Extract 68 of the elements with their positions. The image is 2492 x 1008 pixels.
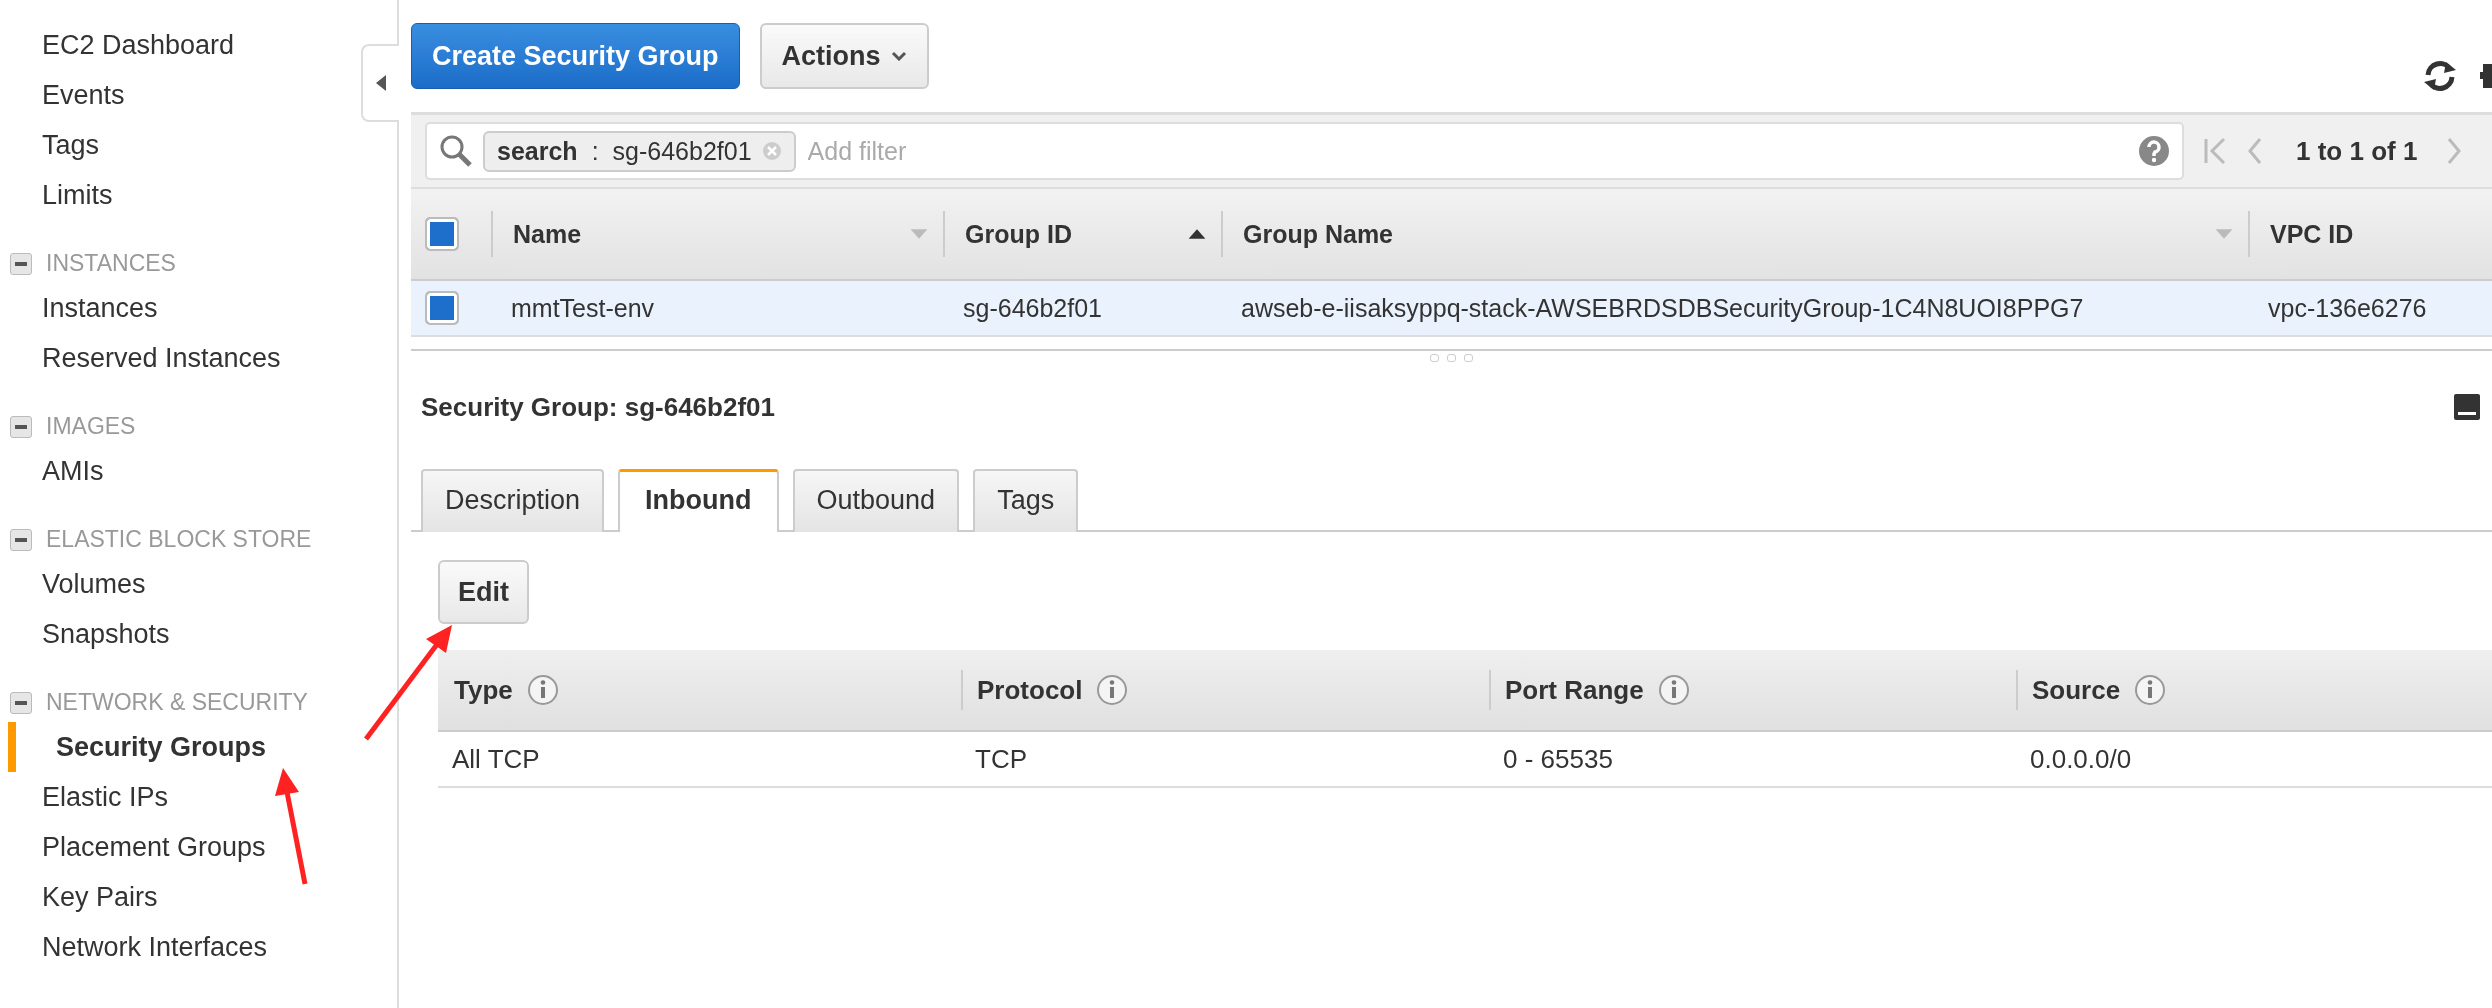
sidebar-item[interactable]: EC2 Dashboard <box>0 20 235 70</box>
column-header-cell[interactable]: Name <box>491 211 943 257</box>
sidebar-item[interactable]: Limits <box>0 170 113 220</box>
caret-icon <box>374 73 388 93</box>
column-header: Group ID <box>965 219 1072 249</box>
table-cell: All TCP <box>452 743 540 775</box>
sidebar-item[interactable]: Instances <box>0 283 158 333</box>
edit-button[interactable]: Edit <box>438 560 529 624</box>
sidebar-item[interactable]: Elastic IPs <box>0 772 169 822</box>
row-checkbox[interactable] <box>425 291 459 325</box>
sidebar-item[interactable]: Key Pairs <box>0 872 158 922</box>
minimize-icon[interactable] <box>2454 394 2480 420</box>
column-header: Type <box>454 674 513 706</box>
table-cell: 0.0.0.0/0 <box>2030 743 2132 775</box>
sidebar-item[interactable]: Volumes <box>0 559 146 609</box>
sidebar-item[interactable]: Reserved Instances <box>0 333 281 383</box>
sidebar-item[interactable]: Events <box>0 70 125 120</box>
column-header: Protocol <box>977 674 1083 706</box>
sidebar-item[interactable]: Network Interfaces <box>0 922 268 972</box>
section-heading: INSTANCES <box>46 250 176 277</box>
table-cell: mmtTest-env <box>511 293 655 323</box>
section-heading: IMAGES <box>46 413 136 440</box>
tab[interactable]: Outbound <box>792 469 960 532</box>
filter-token[interactable]: search : sg-646b2f01 <box>483 130 796 172</box>
column-header: Port Range <box>1505 674 1644 706</box>
table-cell: vpc-136e6276 <box>2268 293 2427 323</box>
tab[interactable]: Description <box>421 469 605 532</box>
table-cell: awseb-e-iisaksyppq-stack-AWSEBRDSDBSecurityGroup-1C4N8UOI8PPG7 <box>1241 293 2084 323</box>
column-header: VPC ID <box>2270 219 2354 249</box>
tab[interactable]: Tags <box>973 469 1079 532</box>
pagination-text: 1 to 1 of 1 <box>2296 135 2418 167</box>
sidebar-item[interactable]: Tags <box>0 120 100 170</box>
select-all-checkbox[interactable] <box>425 217 459 251</box>
caret-icon <box>890 51 907 61</box>
collapse-icon[interactable] <box>10 691 32 714</box>
sort-ascending-icon[interactable] <box>1187 228 1207 240</box>
sidebar-toggle-button[interactable] <box>361 44 399 122</box>
help-icon[interactable] <box>2138 135 2170 167</box>
section-heading: NETWORK & SECURITY <box>46 689 308 716</box>
collapse-icon[interactable] <box>10 528 32 551</box>
search-icon <box>439 134 473 168</box>
column-header: Group Name <box>1243 219 1394 249</box>
table-cell: TCP <box>975 743 1027 775</box>
section-heading: ELASTIC BLOCK STORE <box>46 526 312 553</box>
info-icon[interactable] <box>1657 674 1690 706</box>
collapse-icon[interactable] <box>10 415 32 438</box>
info-icon[interactable] <box>526 674 559 706</box>
actions-button[interactable]: Actions <box>759 23 929 89</box>
sidebar-item[interactable]: Placement Groups <box>0 822 266 872</box>
column-header-cell[interactable]: Group ID <box>943 211 1221 257</box>
info-icon[interactable] <box>2134 674 2167 706</box>
collapse-icon[interactable] <box>10 252 32 275</box>
column-header: Source <box>2032 674 2121 706</box>
resize-handle[interactable] <box>1430 354 1473 362</box>
tab[interactable]: Inbound <box>618 469 779 532</box>
sidebar-item[interactable]: AMIs <box>0 446 104 496</box>
details-title: Security Group: sg-646b2f01 <box>421 391 775 423</box>
column-header-cell[interactable]: Group Name <box>1221 211 2248 257</box>
sidebar-item[interactable]: Security Groups <box>8 722 267 772</box>
table-row[interactable]: mmtTest-env sg-646b2f01 awseb-e-iisaksyppq-stack-AWSEBRDSDBSecurityGroup-1C4N8UOI8PPG7 vpc-136e6276 <box>411 281 2492 337</box>
search-field[interactable]: search : sg-646b2f01 Add filter <box>425 122 2184 180</box>
table-cell: 0 - 65535 <box>1503 743 1613 775</box>
create-security-group-button[interactable]: Create Security Group <box>411 23 740 89</box>
column-header-cell[interactable]: VPC ID <box>2248 211 2492 257</box>
table-cell: sg-646b2f01 <box>963 293 1102 323</box>
column-header: Name <box>513 219 582 249</box>
info-icon[interactable] <box>1096 674 1129 706</box>
sidebar-item[interactable]: Snapshots <box>0 609 170 659</box>
